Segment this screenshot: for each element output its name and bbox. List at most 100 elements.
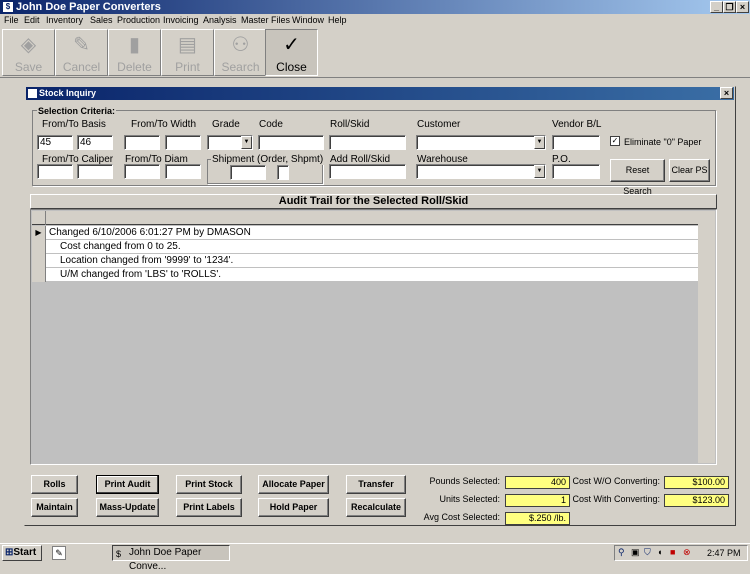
maintain-button[interactable]: Maintain <box>31 498 78 517</box>
transfer-button[interactable]: Transfer <box>346 475 406 494</box>
table-row[interactable]: Location changed from '9999' to '1234'. <box>32 254 698 268</box>
shipment-label: Shipment (Order, Shpmt) <box>211 154 325 165</box>
delete-button[interactable]: ▮ Delete <box>108 29 161 76</box>
menu-master-files[interactable]: Master Files <box>241 15 290 25</box>
grade-select[interactable]: ▼ <box>207 135 253 150</box>
shipment-order-input[interactable] <box>230 165 266 180</box>
rollskid-label: Roll/Skid <box>330 119 370 130</box>
grid-column-header <box>32 211 698 225</box>
cost-with-converting-value: $123.00 <box>664 494 729 507</box>
system-tray: ⚲ ▣ ⛉ ◖ ■ ⊗ 2:47 PM <box>614 545 748 561</box>
clock[interactable]: 2:47 PM <box>707 548 741 558</box>
avg-cost-label: Avg Cost Selected: <box>423 512 500 522</box>
chevron-down-icon[interactable]: ▼ <box>534 136 545 149</box>
menu-production[interactable]: Production <box>117 15 160 25</box>
code-label: Code <box>259 119 283 130</box>
search-icon: ⚇ <box>231 34 250 56</box>
row-text: Cost changed from 0 to 25. <box>60 241 181 252</box>
diam-from-input[interactable] <box>124 164 160 179</box>
menu-edit[interactable]: Edit <box>24 15 40 25</box>
rolls-button[interactable]: Rolls <box>31 475 78 494</box>
row-text: U/M changed from 'LBS' to 'ROLLS'. <box>60 269 222 280</box>
search-button[interactable]: ⚇ Search <box>214 29 267 76</box>
table-row[interactable]: Cost changed from 0 to 25. <box>32 240 698 254</box>
reset-search-button[interactable]: Reset Search <box>610 159 665 196</box>
print-audit-button[interactable]: Print Audit <box>96 475 159 494</box>
pounds-selected-value: 400 <box>505 476 570 489</box>
print-button[interactable]: ▤ Print <box>161 29 214 76</box>
allocate-paper-button[interactable]: Allocate Paper <box>258 475 329 494</box>
vertical-scrollbar[interactable] <box>698 211 715 463</box>
stock-inquiry-title-bar: Stock Inquiry <box>26 87 734 100</box>
basis-from-input[interactable]: 45 <box>37 135 73 150</box>
clear-ps-button[interactable]: Clear PS <box>669 159 710 182</box>
diam-to-input[interactable] <box>165 164 201 179</box>
shipment-number-input[interactable] <box>277 165 289 180</box>
alert-icon[interactable]: ⊗ <box>683 547 691 558</box>
app-title-bar: $ John Doe Paper Converters _ ❐ × <box>0 0 750 14</box>
chevron-down-icon[interactable]: ▼ <box>241 136 252 149</box>
caliper-from-input[interactable] <box>37 164 73 179</box>
taskbar-app-button[interactable]: $ John Doe Paper Conve... <box>112 545 230 572</box>
menu-file[interactable]: File <box>4 15 19 25</box>
row-text: Changed 6/10/2006 6:01:27 PM by DMASON <box>49 227 251 238</box>
menu-inventory[interactable]: Inventory <box>46 15 83 25</box>
menu-sales[interactable]: Sales <box>90 15 113 25</box>
warehouse-select[interactable]: ▼ <box>416 164 546 179</box>
menu-analysis[interactable]: Analysis <box>203 15 237 25</box>
cost-wo-converting-label: Cost W/O Converting: <box>572 476 660 486</box>
vendor-label: Vendor B/L <box>552 119 602 130</box>
close-app-button[interactable]: × <box>736 1 749 13</box>
units-selected-label: Units Selected: <box>439 494 500 504</box>
rollskid-input[interactable] <box>329 135 406 150</box>
eliminate-label: Eliminate "0" Paper <box>624 137 702 147</box>
mass-update-button[interactable]: Mass-Update <box>96 498 159 517</box>
print-stock-button[interactable]: Print Stock <box>176 475 242 494</box>
pounds-selected-label: Pounds Selected: <box>429 476 500 486</box>
quick-launch-icon[interactable]: ✎ <box>52 546 66 560</box>
restore-button[interactable]: ❐ <box>723 1 736 13</box>
close-window-button[interactable]: × <box>720 87 733 99</box>
start-button[interactable]: ⊞Start <box>2 545 42 561</box>
add-rollskid-input[interactable] <box>329 164 406 179</box>
basis-to-input[interactable]: 46 <box>77 135 113 150</box>
cancel-button[interactable]: ✎ Cancel <box>55 29 108 76</box>
code-input[interactable] <box>258 135 324 150</box>
selection-criteria-title: Selection Criteria: <box>37 106 117 116</box>
chevron-down-icon[interactable]: ▼ <box>534 165 545 178</box>
audit-trail-header: Audit Trail for the Selected Roll/Skid <box>30 194 717 209</box>
cost-wo-converting-value: $100.00 <box>664 476 729 489</box>
customer-select[interactable]: ▼ <box>416 135 546 150</box>
app-icon: $ <box>2 1 14 13</box>
app-icon: $ <box>116 549 122 559</box>
print-labels-button[interactable]: Print Labels <box>176 498 242 517</box>
basis-label: From/To Basis <box>42 119 106 130</box>
minimize-button[interactable]: _ <box>710 1 723 13</box>
customer-label: Customer <box>417 119 461 130</box>
caliper-to-input[interactable] <box>77 164 113 179</box>
width-to-input[interactable] <box>165 135 201 150</box>
network-icon[interactable]: ⚲ <box>618 547 625 558</box>
shield-icon[interactable]: ⛉ <box>644 547 651 558</box>
vendor-input[interactable] <box>552 135 600 150</box>
menu-window[interactable]: Window <box>292 15 324 25</box>
row-selector-icon[interactable]: ▶ <box>32 226 46 240</box>
print-icon: ▤ <box>178 34 197 56</box>
menu-bar: File Edit Inventory Sales Production Inv… <box>0 14 750 28</box>
recalculate-button[interactable]: Recalculate <box>346 498 406 517</box>
close-button[interactable]: ✓ Close <box>265 29 318 76</box>
width-from-input[interactable] <box>124 135 160 150</box>
save-icon: ◈ <box>20 34 37 56</box>
table-row[interactable]: U/M changed from 'LBS' to 'ROLLS'. <box>32 268 698 282</box>
display-icon[interactable]: ▣ <box>631 547 640 558</box>
menu-invoicing[interactable]: Invoicing <box>163 15 199 25</box>
po-input[interactable] <box>552 164 600 179</box>
eliminate-checkbox[interactable]: ✓ <box>610 136 620 146</box>
volume-icon[interactable]: ◖ <box>657 547 662 557</box>
antivirus-icon[interactable]: ■ <box>670 547 675 557</box>
hold-paper-button[interactable]: Hold Paper <box>258 498 329 517</box>
menu-help[interactable]: Help <box>328 15 347 25</box>
save-button[interactable]: ◈ Save <box>2 29 55 76</box>
units-selected-value: 1 <box>505 494 570 507</box>
table-row[interactable]: ▶ Changed 6/10/2006 6:01:27 PM by DMASON <box>32 226 698 240</box>
